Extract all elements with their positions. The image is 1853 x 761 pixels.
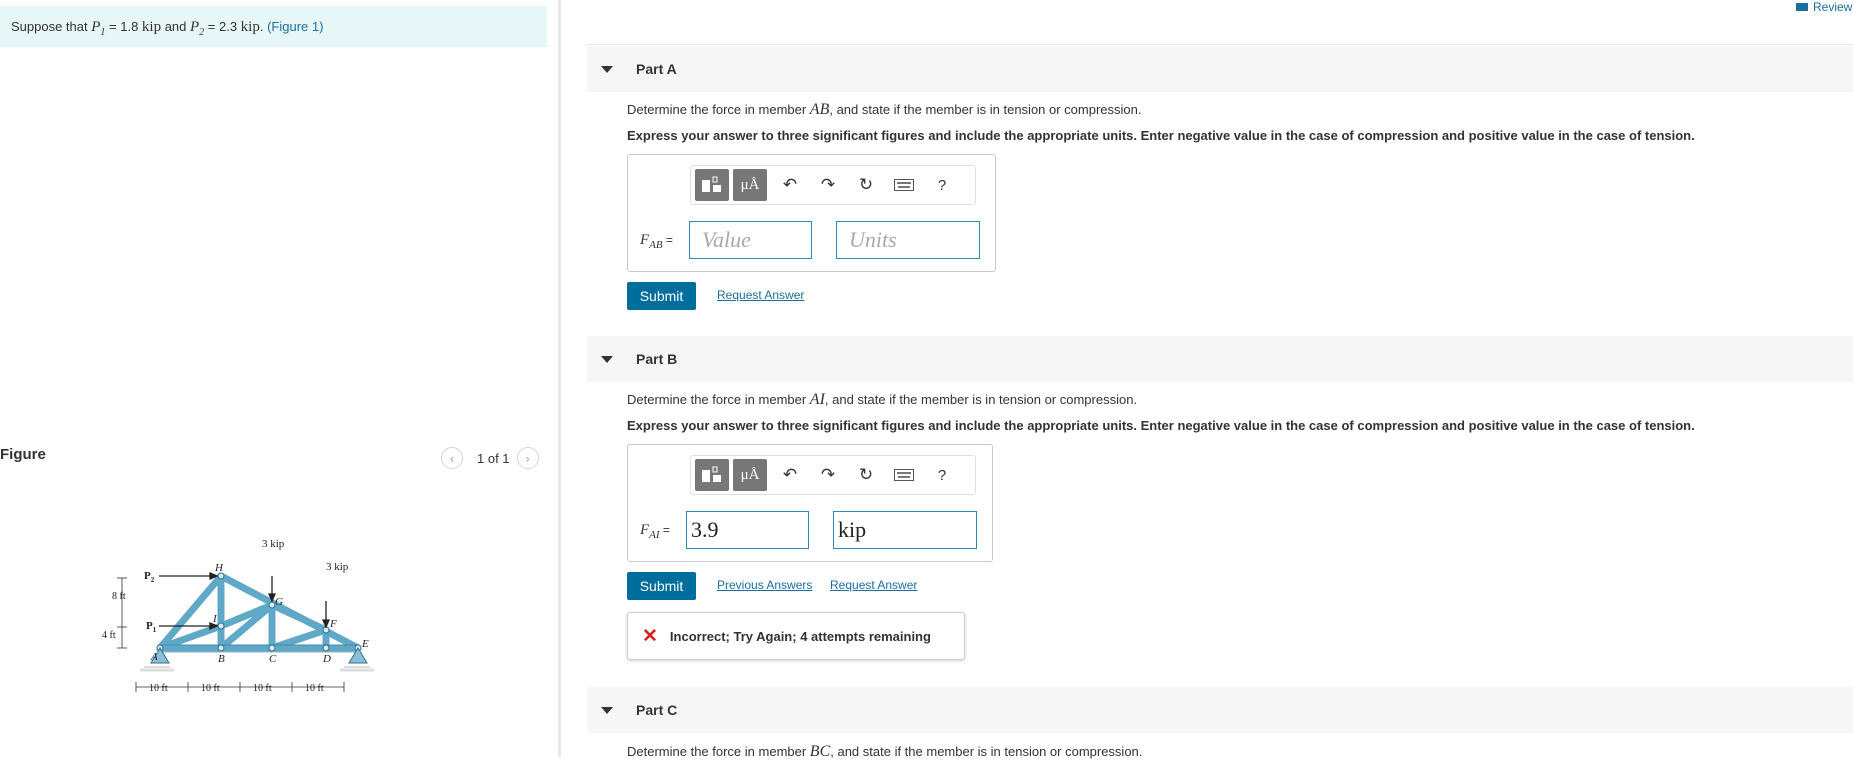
part-a-prompt: Determine the force in member AB, and st… (627, 101, 1142, 118)
part-b-instruction: Express your answer to three significant… (627, 418, 1695, 433)
label-load-f: 3 kip (326, 561, 349, 573)
part-a-submit-button[interactable]: Submit (627, 282, 696, 310)
part-a-toolbar: μÅ ↶ ↷ ↻ ? (690, 165, 976, 205)
label-p2: P2 (144, 570, 155, 584)
keyboard-icon[interactable] (885, 459, 923, 491)
part-b-request-answer-link[interactable]: Request Answer (830, 578, 917, 592)
part-b-previous-answers-link[interactable]: Previous Answers (717, 578, 812, 592)
templates-icon[interactable] (695, 169, 729, 201)
part-b-variable: FAI = (640, 522, 670, 541)
p2-symbol: P2 (190, 19, 205, 38)
problem-statement: Suppose that P1 = 1.8 kip and P2 = 2.3 k… (0, 6, 547, 47)
label-span-2: 10 ft (201, 683, 220, 694)
redo-icon[interactable]: ↷ (809, 459, 847, 491)
p2-value: = 2.3 (204, 19, 241, 34)
part-a-answer-box: μÅ ↶ ↷ ↻ ? FAB = Value Units (627, 154, 996, 272)
label-e: E (361, 638, 369, 650)
part-b-toolbar: μÅ ↶ ↷ ↻ ? (690, 455, 976, 495)
label-span-3: 10 ft (253, 683, 272, 694)
problem-prefix: Suppose that (11, 19, 92, 34)
redo-icon[interactable]: ↷ (809, 169, 847, 201)
label-f: F (329, 618, 337, 630)
part-a-units-input[interactable]: Units (836, 221, 980, 259)
part-a-variable: FAB = (640, 232, 673, 251)
label-a: A (150, 651, 158, 663)
part-a-value-input[interactable]: Value (689, 221, 812, 259)
part-c-title: Part C (636, 702, 678, 718)
part-b-units-input[interactable]: kip (833, 511, 977, 549)
part-b-header[interactable]: Part B (587, 336, 1853, 382)
truss-members (156, 572, 362, 652)
figure-link[interactable]: (Figure 1) (267, 19, 323, 34)
keyboard-icon[interactable] (885, 169, 923, 201)
feedback-message: Incorrect; Try Again; 4 attempts remaini… (669, 628, 931, 644)
chevron-right-icon[interactable]: › (516, 447, 539, 469)
label-g: G (275, 596, 283, 608)
label-span-1: 10 ft (149, 683, 168, 694)
review-link[interactable]: Review (1796, 0, 1852, 14)
label-h: H (214, 562, 224, 574)
part-c-header[interactable]: Part C (587, 687, 1853, 733)
p1-symbol: P1 (91, 19, 106, 38)
and-text: and (161, 19, 190, 34)
units-button[interactable]: μÅ (733, 459, 767, 491)
pager-count: 1 of 1 (477, 450, 510, 466)
part-b-answer-box: μÅ ↶ ↷ ↻ ? FAI = 3.9 kip (627, 444, 993, 562)
part-a-header[interactable]: Part A (587, 46, 1853, 92)
undo-icon[interactable]: ↶ (771, 459, 809, 491)
period: . (259, 19, 268, 34)
label-p1: P1 (146, 620, 157, 634)
left-pane: Suppose that P1 = 1.8 kip and P2 = 2.3 k… (0, 0, 560, 757)
part-c-prompt: Determine the force in member BC, and st… (627, 743, 1143, 760)
caret-down-icon (601, 706, 613, 714)
templates-icon[interactable] (695, 459, 729, 491)
label-c: C (269, 653, 277, 665)
units-button[interactable]: μÅ (733, 169, 767, 201)
p1-value: = 1.8 (105, 19, 142, 34)
part-b-title: Part B (636, 351, 678, 367)
label-h8: 8 ft (112, 591, 126, 602)
p2-unit: kip (240, 19, 260, 35)
truss-figure: P2 P1 H I G F A B C D E 3 kip 3 kip 8 ft… (102, 538, 374, 694)
part-a-instruction: Express your answer to three significant… (627, 128, 1695, 143)
label-h4: 4 ft (102, 630, 116, 641)
undo-icon[interactable]: ↶ (771, 169, 809, 201)
figure-title: Figure (0, 446, 46, 463)
label-i: I (212, 613, 218, 625)
incorrect-icon: ✕ (642, 625, 658, 647)
label-b: B (218, 653, 225, 665)
pane-divider[interactable] (558, 0, 561, 757)
chevron-left-icon[interactable]: ‹ (441, 447, 463, 469)
reset-icon[interactable]: ↻ (847, 459, 885, 491)
caret-down-icon (601, 355, 613, 363)
label-load-g: 3 kip (262, 538, 285, 550)
help-icon[interactable]: ? (923, 169, 961, 201)
p1-unit: kip (141, 19, 162, 35)
label-span-4: 10 ft (305, 683, 324, 694)
caret-down-icon (601, 65, 613, 73)
label-d: D (322, 653, 331, 665)
book-icon (1796, 3, 1808, 11)
part-a-title: Part A (636, 61, 677, 77)
part-b-feedback: ✕ Incorrect; Try Again; 4 attempts remai… (627, 612, 965, 660)
figure-pager: ‹ 1 of 1 › (441, 445, 539, 471)
reset-icon[interactable]: ↻ (847, 169, 885, 201)
help-icon[interactable]: ? (923, 459, 961, 491)
part-b-value-input[interactable]: 3.9 (686, 511, 809, 549)
ground (140, 666, 374, 672)
top-rule (587, 44, 1853, 45)
part-b-prompt: Determine the force in member AI, and st… (627, 391, 1138, 408)
part-b-submit-button[interactable]: Submit (627, 572, 696, 600)
part-a-request-answer-link[interactable]: Request Answer (717, 288, 804, 302)
